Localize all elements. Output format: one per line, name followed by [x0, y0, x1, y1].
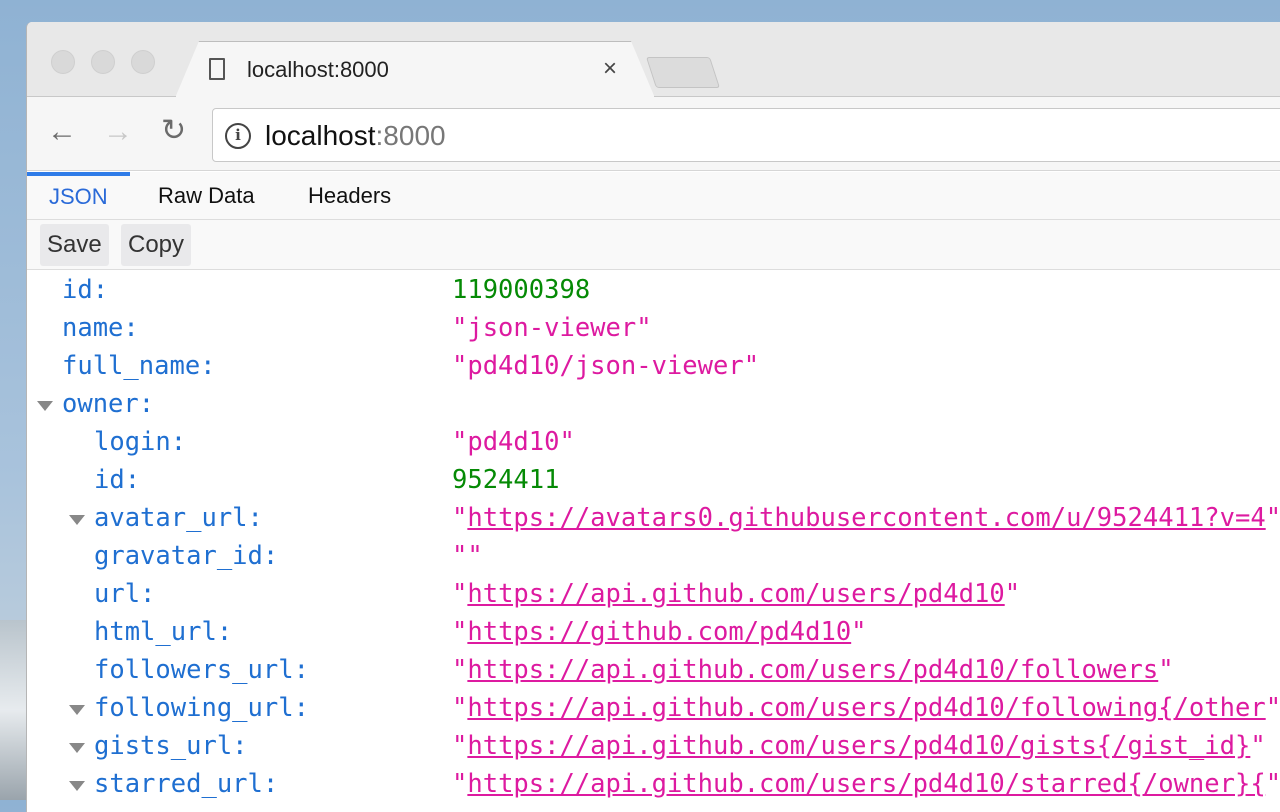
- json-row: full_name: "pd4d10/json-viewer": [27, 351, 1280, 389]
- copy-button[interactable]: Copy: [121, 224, 192, 266]
- json-toolbar: Save Copy: [27, 220, 1280, 270]
- tab-close-icon[interactable]: ×: [603, 55, 617, 83]
- json-key: gravatar_id:: [94, 541, 279, 571]
- close-window-button[interactable]: [51, 50, 75, 74]
- tab-title: localhost:8000: [247, 57, 389, 82]
- json-key: full_name:: [62, 351, 216, 381]
- json-value: "https://api.github.com/users/pd4d10/fol…: [452, 655, 1174, 685]
- back-icon[interactable]: ←: [47, 115, 77, 149]
- json-row: id: 119000398: [27, 275, 1280, 313]
- json-key: avatar_url:: [94, 503, 263, 533]
- tab-raw-data[interactable]: Raw Data: [136, 172, 277, 220]
- json-key: id:: [94, 465, 141, 495]
- json-url-link[interactable]: https://api.github.com/users/pd4d10/gist…: [467, 731, 1250, 761]
- json-key: gists_url:: [94, 731, 248, 761]
- expand-triangle-icon[interactable]: [69, 781, 85, 791]
- json-row: gists_url: "https://api.github.com/users/…: [27, 731, 1280, 769]
- json-url-link[interactable]: https://avatars0.githubusercontent.com/u…: [467, 503, 1265, 533]
- json-key: login:: [94, 427, 187, 457]
- json-row: gravatar_id: "": [27, 541, 1280, 579]
- json-value: "https://avatars0.githubusercontent.com/…: [452, 503, 1280, 533]
- json-key: followers_url:: [94, 655, 309, 685]
- json-value: "pd4d10/json-viewer": [452, 351, 760, 381]
- json-row: followers_url: "https://api.github.com/us…: [27, 655, 1280, 693]
- json-value: "https://api.github.com/users/pd4d10/sta…: [452, 769, 1280, 799]
- json-url-link[interactable]: https://api.github.com/users/pd4d10/star…: [467, 769, 1265, 799]
- json-value: 119000398: [452, 275, 591, 305]
- expand-triangle-icon[interactable]: [69, 515, 85, 525]
- tab-headers[interactable]: Headers: [286, 172, 413, 220]
- json-row: id: 9524411: [27, 465, 1280, 503]
- json-value: "https://api.github.com/users/pd4d10/gis…: [452, 731, 1266, 761]
- json-value: "https://api.github.com/users/pd4d10": [452, 579, 1021, 609]
- json-row: name: "json-viewer": [27, 313, 1280, 351]
- json-url-link[interactable]: https://api.github.com/users/pd4d10/foll…: [467, 693, 1265, 723]
- tab-json[interactable]: JSON: [27, 172, 130, 220]
- json-url-link[interactable]: https://api.github.com/users/pd4d10/foll…: [467, 655, 1158, 685]
- json-row: login: "pd4d10": [27, 427, 1280, 465]
- json-value: "": [452, 541, 483, 571]
- json-key: name:: [62, 313, 139, 343]
- expand-triangle-icon[interactable]: [37, 401, 53, 411]
- address-port: :8000: [375, 120, 446, 151]
- json-value: 9524411: [452, 465, 560, 495]
- address-bar[interactable]: i localhost:8000: [212, 108, 1280, 162]
- minimize-window-button[interactable]: [91, 50, 115, 74]
- title-bar: localhost:8000 ×: [27, 22, 1280, 98]
- json-value: "pd4d10": [452, 427, 575, 457]
- reload-icon[interactable]: ↻: [161, 113, 186, 148]
- json-key: owner:: [62, 389, 155, 419]
- address-host: localhost: [265, 120, 376, 151]
- json-row: owner:: [27, 389, 1280, 427]
- expand-triangle-icon[interactable]: [69, 743, 85, 753]
- new-tab-button[interactable]: [645, 57, 721, 88]
- info-icon[interactable]: i: [225, 123, 251, 149]
- address-text: localhost:8000: [265, 120, 446, 152]
- json-url-link[interactable]: https://api.github.com/users/pd4d10: [467, 579, 1004, 609]
- json-row: avatar_url: "https://avatars0.githubuserc…: [27, 503, 1280, 541]
- json-key: following_url:: [94, 693, 309, 723]
- save-button[interactable]: Save: [40, 224, 109, 266]
- json-row: url: "https://api.github.com/users/pd4d10…: [27, 579, 1280, 617]
- json-value: "https://github.com/pd4d10": [452, 617, 867, 647]
- json-key: id:: [62, 275, 109, 305]
- document-icon: [209, 58, 225, 80]
- json-key: url:: [94, 579, 156, 609]
- maximize-window-button[interactable]: [131, 50, 155, 74]
- forward-icon[interactable]: →: [103, 115, 133, 149]
- viewer-tabs: JSON Raw Data Headers: [27, 172, 1280, 220]
- expand-triangle-icon[interactable]: [69, 705, 85, 715]
- json-key: starred_url:: [94, 769, 279, 799]
- json-row: following_url: "https://api.github.com/us…: [27, 693, 1280, 731]
- browser-window: localhost:8000 × ← → ↻ i localhost:8000 …: [26, 22, 1280, 812]
- json-row: html_url: "https://github.com/pd4d10": [27, 617, 1280, 655]
- desktop-background: [0, 620, 26, 800]
- json-value: "json-viewer": [452, 313, 652, 343]
- json-url-link[interactable]: https://github.com/pd4d10: [467, 617, 851, 647]
- json-row: starred_url: "https://api.github.com/user…: [27, 769, 1280, 807]
- json-value: "https://api.github.com/users/pd4d10/fol…: [452, 693, 1280, 723]
- browser-toolbar: ← → ↻ i localhost:8000: [27, 97, 1280, 171]
- json-key: html_url:: [94, 617, 233, 647]
